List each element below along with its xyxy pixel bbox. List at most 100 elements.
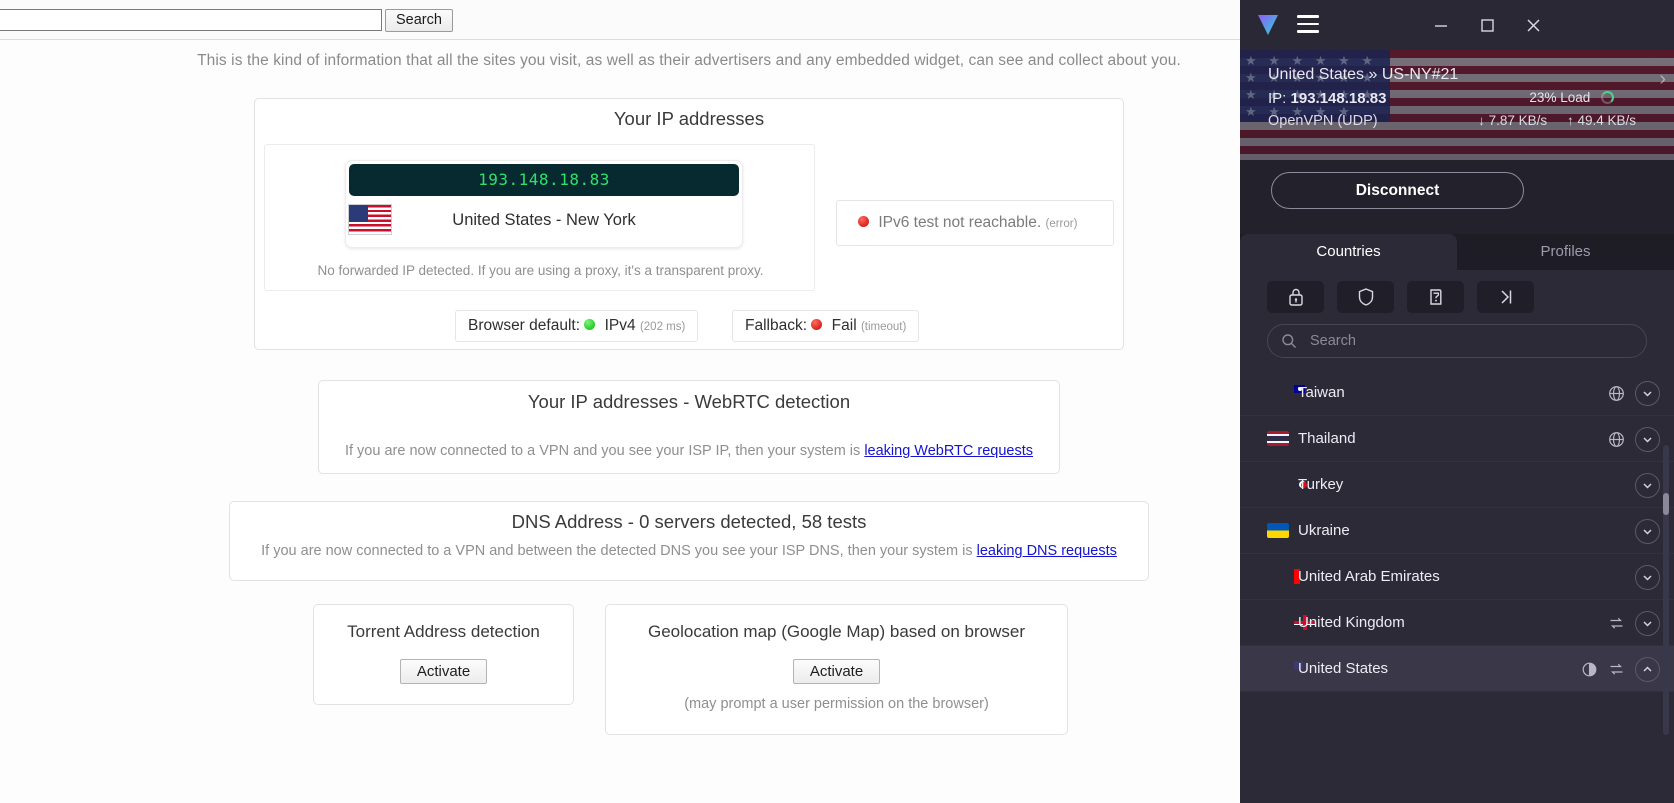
webrtc-card: Your IP addresses - WebRTC detection If … — [318, 380, 1060, 474]
connection-ip-value: 193.148.18.83 — [1290, 90, 1387, 107]
country-list[interactable]: Taiwan Thailand Turkey Ukraine United Arab E… — [1240, 370, 1674, 803]
country-row-tw[interactable]: Taiwan — [1240, 370, 1674, 416]
disconnect-area: Disconnect — [1240, 160, 1674, 234]
torrent-card: Torrent Address detection Activate — [313, 604, 574, 705]
connection-protocol-row: OpenVPN (UDP) ↓ 7.87 KB/s ↑ 49.4 KB/s — [1268, 113, 1656, 129]
country-row-icons — [1635, 462, 1660, 508]
scrollbar-thumb[interactable] — [1663, 493, 1669, 515]
p2p-icon[interactable] — [1608, 615, 1625, 632]
country-row-us[interactable]: United States — [1240, 646, 1674, 692]
dns-note: If you are now connected to a VPN and be… — [230, 543, 1148, 559]
country-row-icons — [1608, 416, 1660, 462]
vpn-tabs: Countries Profiles — [1240, 234, 1674, 270]
country-name: Turkey — [1298, 476, 1344, 493]
ip-addresses-card: Your IP addresses 193.148.18.83 United S… — [254, 98, 1124, 350]
dns-card: DNS Address - 0 servers detected, 58 tes… — [229, 501, 1149, 581]
globe-icon[interactable] — [1608, 431, 1625, 448]
tab-countries[interactable]: Countries — [1240, 234, 1457, 270]
load-ring-icon — [1601, 90, 1614, 104]
country-name: United Kingdom — [1298, 614, 1405, 631]
webrtc-note: If you are now connected to a VPN and yo… — [319, 443, 1059, 459]
fallback-label: Fallback: — [745, 317, 808, 334]
us-flag-icon — [348, 204, 392, 235]
ip-card-title: Your IP addresses — [613, 108, 765, 129]
dns-card-title: DNS Address - 0 servers detected, 58 tes… — [511, 511, 867, 532]
p2p-icon[interactable] — [1407, 281, 1464, 313]
disconnect-button[interactable]: Disconnect — [1271, 172, 1524, 209]
search-input[interactable] — [0, 9, 382, 31]
search-button[interactable]: Search — [385, 9, 453, 32]
geolocation-note: (may prompt a user permission on the bro… — [684, 696, 989, 712]
geolocation-activate-button[interactable]: Activate — [792, 659, 881, 684]
webrtc-card-title: Your IP addresses - WebRTC detection — [527, 391, 851, 412]
minimize-button[interactable] — [1428, 12, 1454, 38]
country-row-icons — [1608, 600, 1660, 646]
connection-ip-label: IP: — [1268, 90, 1287, 107]
maximize-button[interactable] — [1474, 12, 1500, 38]
country-row-th[interactable]: Thailand — [1240, 416, 1674, 462]
torrent-activate-button[interactable]: Activate — [399, 659, 488, 684]
chevron-down-icon[interactable] — [1635, 472, 1660, 498]
globe-icon[interactable] — [1608, 385, 1625, 402]
country-name: Thailand — [1298, 430, 1356, 447]
country-name: United Arab Emirates — [1298, 568, 1440, 585]
country-row-ua[interactable]: Ukraine — [1240, 508, 1674, 554]
chevron-right-icon[interactable]: › — [1659, 68, 1666, 91]
tor-icon[interactable] — [1477, 281, 1534, 313]
secure-core-icon[interactable] — [1267, 281, 1324, 313]
server-load: 23% Load — [1529, 90, 1614, 105]
download-speed: ↓ 7.87 KB/s — [1478, 113, 1548, 128]
country-search-wrapper — [1267, 324, 1647, 358]
feature-toolbar — [1240, 270, 1674, 324]
ip-location: United States - New York — [452, 211, 636, 229]
country-row-icons — [1635, 508, 1660, 554]
dns-note-text: If you are now connected to a VPN and be… — [261, 543, 977, 559]
chevron-up-icon[interactable] — [1635, 656, 1660, 682]
connection-ip-row: IP: 193.148.18.83 23% Load — [1268, 90, 1656, 107]
tab-profiles[interactable]: Profiles — [1457, 234, 1674, 270]
country-search-input[interactable] — [1310, 325, 1530, 357]
ua-flag-icon — [1267, 523, 1289, 538]
country-name: Ukraine — [1298, 522, 1350, 539]
chevron-down-icon[interactable] — [1635, 610, 1660, 636]
chevron-down-icon[interactable] — [1635, 564, 1660, 590]
webrtc-note-text: If you are now connected to a VPN and yo… — [344, 443, 865, 459]
netshield-icon[interactable] — [1337, 281, 1394, 313]
connection-banner: › United States » US-NY#21 IP: 193.148.1… — [1240, 50, 1674, 160]
ipv6-status-dot — [858, 216, 869, 228]
connected-server: United States » US-NY#21 — [1268, 66, 1459, 83]
fallback-dot — [811, 319, 823, 331]
chevron-down-icon[interactable] — [1635, 518, 1660, 544]
fallback-value: Fail — [831, 317, 857, 334]
country-row-ae[interactable]: United Arab Emirates — [1240, 554, 1674, 600]
close-button[interactable] — [1520, 12, 1546, 38]
server-load-text: 23% Load — [1529, 90, 1591, 105]
country-list-scrollbar[interactable] — [1663, 445, 1669, 735]
fallback-pill: Fallback: Fail (timeout) — [732, 310, 920, 342]
tor-icon[interactable] — [1581, 661, 1598, 678]
menu-icon[interactable] — [1297, 15, 1319, 33]
ip-chip: 193.148.18.83 United States - New York — [345, 160, 743, 248]
country-row-tr[interactable]: Turkey — [1240, 462, 1674, 508]
ipv6-status-detail: (error) — [1045, 218, 1078, 230]
geolocation-card-title: Geolocation map (Google Map) based on br… — [647, 622, 1026, 641]
geolocation-card: Geolocation map (Google Map) based on br… — [605, 604, 1068, 735]
country-row-icons — [1635, 554, 1660, 600]
ip-location-row: United States - New York — [346, 196, 742, 244]
torrent-card-title: Torrent Address detection — [347, 622, 540, 641]
browser-default-dot — [584, 319, 596, 331]
ip-value: 193.148.18.83 — [349, 164, 739, 196]
ipv6-status-box: IPv6 test not reachable. (error) — [836, 200, 1114, 246]
p2p-icon[interactable] — [1608, 661, 1625, 678]
vpn-client-window: › United States » US-NY#21 IP: 193.148.1… — [1240, 0, 1674, 803]
forwarded-ip-note: No forwarded IP detected. If you are usi… — [317, 263, 764, 278]
browser-default-detail: (202 ms) — [639, 321, 686, 333]
chevron-down-icon[interactable] — [1635, 426, 1660, 452]
webrtc-leak-link[interactable]: leaking WebRTC requests — [864, 443, 1033, 459]
vpn-titlebar — [1240, 0, 1674, 50]
dns-leak-link[interactable]: leaking DNS requests — [977, 543, 1117, 559]
vpn-body: Taiwan Thailand Turkey Ukraine United Arab E… — [1240, 270, 1674, 803]
country-row-gb[interactable]: United Kingdom — [1240, 600, 1674, 646]
browser-default-label: Browser default: — [468, 317, 580, 334]
chevron-down-icon[interactable] — [1635, 380, 1660, 406]
